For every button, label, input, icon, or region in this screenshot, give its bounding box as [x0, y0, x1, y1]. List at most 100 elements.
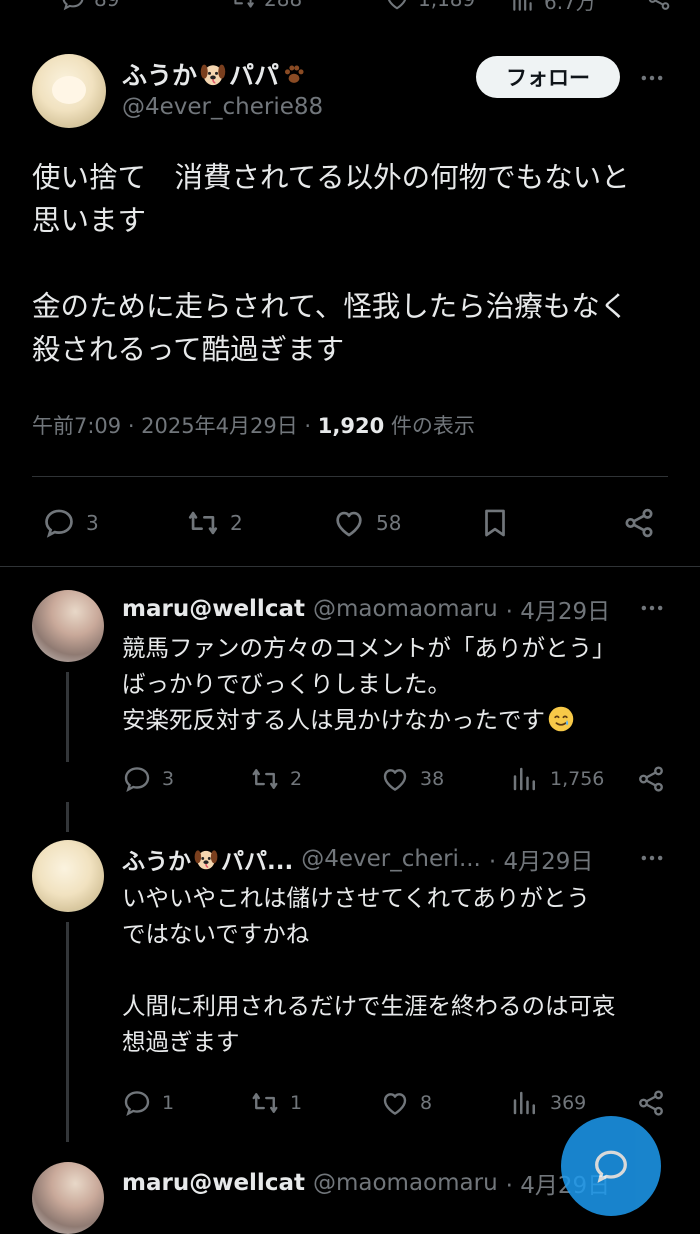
share-icon [622, 506, 656, 540]
avatar[interactable] [32, 54, 106, 128]
reply-button[interactable]: 1 [122, 1088, 174, 1118]
views-button[interactable]: 1,756 [510, 764, 604, 794]
crying-smile-emoji-icon [547, 705, 575, 733]
reply-author-name-suffix: パパ... [221, 849, 294, 875]
repost-button[interactable]: 2 [250, 764, 302, 794]
tweet-views-count: 1,920 [317, 414, 385, 438]
repost-count: 2 [230, 511, 243, 535]
like-count: 58 [376, 511, 402, 535]
reply-icon [122, 764, 152, 794]
bookmark-icon [478, 506, 512, 540]
like-count: 38 [420, 768, 445, 790]
tweet-time[interactable]: 午前7:09 · 2025年4月29日 · [32, 414, 318, 438]
prev-repost-action[interactable]: 288 [230, 0, 302, 12]
author-handle[interactable]: @4ever_cherie88 [122, 94, 323, 120]
like-icon [332, 506, 366, 540]
author-name[interactable]: ふうか パパ [122, 56, 307, 92]
more-icon[interactable] [638, 594, 666, 622]
prev-like-action[interactable]: 1,189 [384, 0, 475, 12]
repost-icon [230, 0, 256, 12]
more-icon[interactable] [638, 844, 666, 872]
reply-icon [42, 506, 76, 540]
reply-button[interactable]: 3 [42, 506, 99, 540]
prev-views-action[interactable]: 6.7万 [510, 0, 596, 15]
views-icon [510, 0, 536, 14]
reply-date[interactable]: · 4月29日 [489, 842, 594, 876]
reply-author-name[interactable]: maru@wellcat [122, 596, 305, 622]
reply-text: 競馬ファンの方々のコメントが「ありがとう」 ばっかりでびっくりしました。 安楽死… [122, 630, 662, 738]
reply-count: 1 [162, 1092, 175, 1114]
like-button[interactable]: 38 [380, 764, 444, 794]
reply-author-display-name: ふうか [122, 849, 191, 875]
thread-line [66, 672, 69, 762]
more-icon[interactable] [638, 64, 666, 92]
reply-header: maru@wellcat @maomaomaru · 4月29日 [122, 592, 610, 626]
reply-actions: 3 2 38 1,756 [0, 764, 700, 798]
repost-icon [250, 764, 280, 794]
share-icon [636, 1088, 666, 1118]
repost-icon [186, 506, 220, 540]
reply-text-content: 競馬ファンの方々のコメントが「ありがとう」 ばっかりでびっくりしました。 安楽死… [122, 634, 616, 734]
views-icon [510, 764, 540, 794]
previous-post-actions: 89 288 1,189 6.7万 [0, 0, 700, 14]
reply-author-name[interactable]: ふうか パパ... [122, 842, 293, 876]
avatar[interactable] [32, 590, 104, 662]
reply-icon [122, 1088, 152, 1118]
prev-repost-count: 288 [264, 0, 302, 11]
prev-like-count: 1,189 [418, 0, 475, 11]
reply-header: maru@wellcat @maomaomaru · 4月29日 [122, 1166, 610, 1200]
compose-button[interactable] [561, 1116, 661, 1216]
avatar[interactable] [32, 1162, 104, 1234]
paw-emoji-icon [281, 61, 307, 87]
prev-views-count: 6.7万 [544, 0, 596, 14]
tweet-text: 使い捨て 消費されてる以外の何物でもないと 思います 金のために走らされて、怪我… [32, 161, 630, 366]
share-icon [636, 764, 666, 794]
reply-header: ふうか パパ... @4ever_cheri... · 4月29日 [122, 842, 593, 876]
reply-button[interactable]: 3 [122, 764, 174, 794]
like-button[interactable]: 58 [332, 506, 401, 540]
share-button[interactable] [622, 506, 656, 540]
reply-count: 3 [162, 768, 175, 790]
dog-emoji-icon [199, 60, 227, 88]
reply-count: 3 [86, 511, 99, 535]
author-display-name: ふうか [122, 61, 198, 90]
like-button[interactable]: 8 [380, 1088, 432, 1118]
tweet-actions: 3 2 58 [0, 500, 700, 544]
views-count: 369 [550, 1092, 587, 1114]
reply-icon [60, 0, 86, 12]
like-icon [384, 0, 410, 12]
divider [32, 476, 668, 477]
prev-reply-action[interactable]: 89 [60, 0, 119, 12]
share-icon [646, 0, 672, 12]
thread-line [66, 802, 69, 832]
repost-button[interactable]: 2 [186, 506, 243, 540]
prev-reply-count: 89 [94, 0, 119, 11]
like-count: 8 [420, 1092, 433, 1114]
reply-author-handle[interactable]: @4ever_cheri... [301, 846, 481, 872]
like-icon [380, 1088, 410, 1118]
share-button[interactable] [636, 1088, 666, 1118]
bookmark-button[interactable] [478, 506, 512, 540]
divider [0, 566, 700, 567]
follow-button[interactable]: フォロー [476, 56, 620, 98]
dog-emoji-icon [193, 846, 219, 872]
reply-actions: 1 1 8 369 [0, 1088, 700, 1122]
reply-text: いやいやこれは儲けさせてくれてありがとう ではないですかね 人間に利用されるだけ… [122, 884, 616, 1056]
prev-share-action[interactable] [646, 0, 672, 12]
reply-author-handle[interactable]: @maomaomaru [313, 1170, 498, 1196]
views-icon [510, 1088, 540, 1118]
reply-author-name[interactable]: maru@wellcat [122, 1170, 305, 1196]
compose-fab-icon [589, 1144, 633, 1188]
repost-button[interactable]: 1 [250, 1088, 302, 1118]
share-button[interactable] [636, 764, 666, 794]
avatar[interactable] [32, 840, 104, 912]
repost-icon [250, 1088, 280, 1118]
like-icon [380, 764, 410, 794]
tweet-meta: 午前7:09 · 2025年4月29日 · 1,920 件の表示 [32, 410, 475, 440]
tweet-views-label: 件の表示 [384, 414, 475, 438]
repost-count: 2 [290, 768, 303, 790]
reply-author-handle[interactable]: @maomaomaru [313, 596, 498, 622]
reply-date[interactable]: · 4月29日 [506, 592, 611, 626]
repost-count: 1 [290, 1092, 303, 1114]
views-button[interactable]: 369 [510, 1088, 586, 1118]
